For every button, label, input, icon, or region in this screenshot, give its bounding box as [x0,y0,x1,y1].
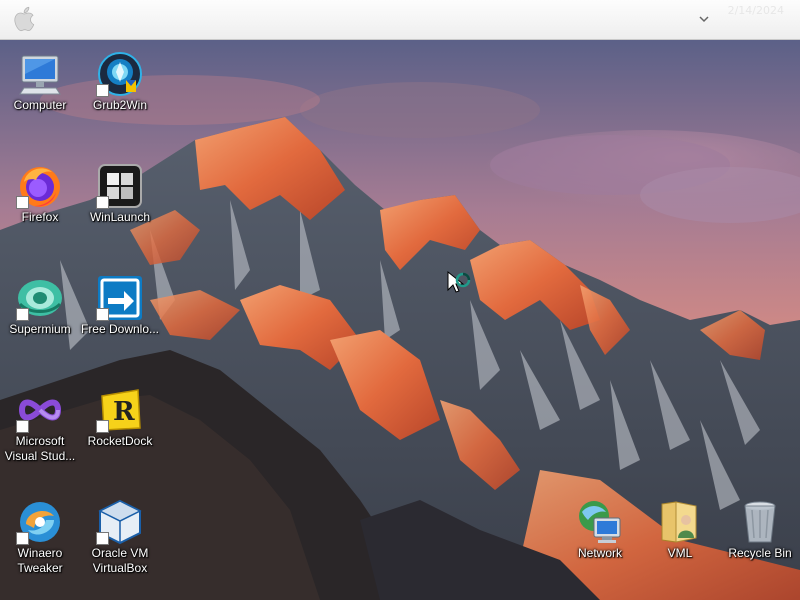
clock-date: 2/14/2024 [727,4,784,17]
desktop-icon-vml[interactable]: VML [640,492,720,600]
busy-cursor-icon [447,270,471,293]
desktop-icon-visual-studio[interactable]: Microsoft Visual Stud... [0,380,80,488]
desktop-icon-winaero-tweaker[interactable]: Winaero Tweaker [0,492,80,600]
desktop-icon-network[interactable]: Network [560,492,640,600]
shortcut-arrow-icon [96,420,109,433]
desktop-icon-recycle-bin[interactable]: Recycle Bin [720,492,800,600]
icon-label: Microsoft Visual Stud... [4,434,76,463]
icon-label: VML [667,546,693,560]
icon-label: WinLaunch [89,210,151,224]
svg-text:R: R [113,397,135,427]
shortcut-arrow-icon [16,532,29,545]
icon-label: Network [577,546,622,560]
shortcut-arrow-icon [16,308,29,321]
icon-label: Recycle Bin [728,546,792,560]
desktop-icon-rocketdock[interactable]: R RocketDock [80,380,160,488]
icon-label: Computer [13,98,67,112]
chevron-down-icon[interactable] [698,14,710,24]
top-menu-bar: 2/14/2024 [0,0,800,40]
icon-label: RocketDock [87,434,153,448]
user-folder-icon [661,501,697,543]
system-clock[interactable]: 2/14/2024 [718,3,784,18]
icon-label: Supermium [9,322,71,336]
icon-label: Firefox [21,210,59,224]
apple-logo-icon[interactable] [10,3,40,35]
shortcut-arrow-icon [96,84,109,97]
recycle-bin-icon [744,501,776,543]
desktop-icon-grub2win[interactable]: Grub2Win [80,44,160,152]
computer-monitor-icon [19,55,61,95]
shortcut-arrow-icon [96,196,109,209]
shortcut-arrow-icon [16,420,29,433]
desktop-icon-supermium[interactable]: Supermium [0,268,80,376]
icon-label: Free Downlo... [80,322,160,336]
shortcut-arrow-icon [96,532,109,545]
desktop-icon-virtualbox[interactable]: Oracle VM VirtualBox [80,492,160,600]
icon-label: Winaero Tweaker [17,546,63,575]
network-globe-icon [579,501,621,543]
desktop-icon-free-download[interactable]: Free Downlo... [80,268,160,376]
desktop-icon-computer[interactable]: Computer [0,44,80,152]
desktop-icon-winlaunch[interactable]: WinLaunch [80,156,160,264]
icon-label: Oracle VM VirtualBox [91,546,149,575]
shortcut-arrow-icon [96,308,109,321]
desktop-icon-firefox[interactable]: Firefox [0,156,80,264]
icon-label: Grub2Win [92,98,148,112]
shortcut-arrow-icon [16,196,29,209]
